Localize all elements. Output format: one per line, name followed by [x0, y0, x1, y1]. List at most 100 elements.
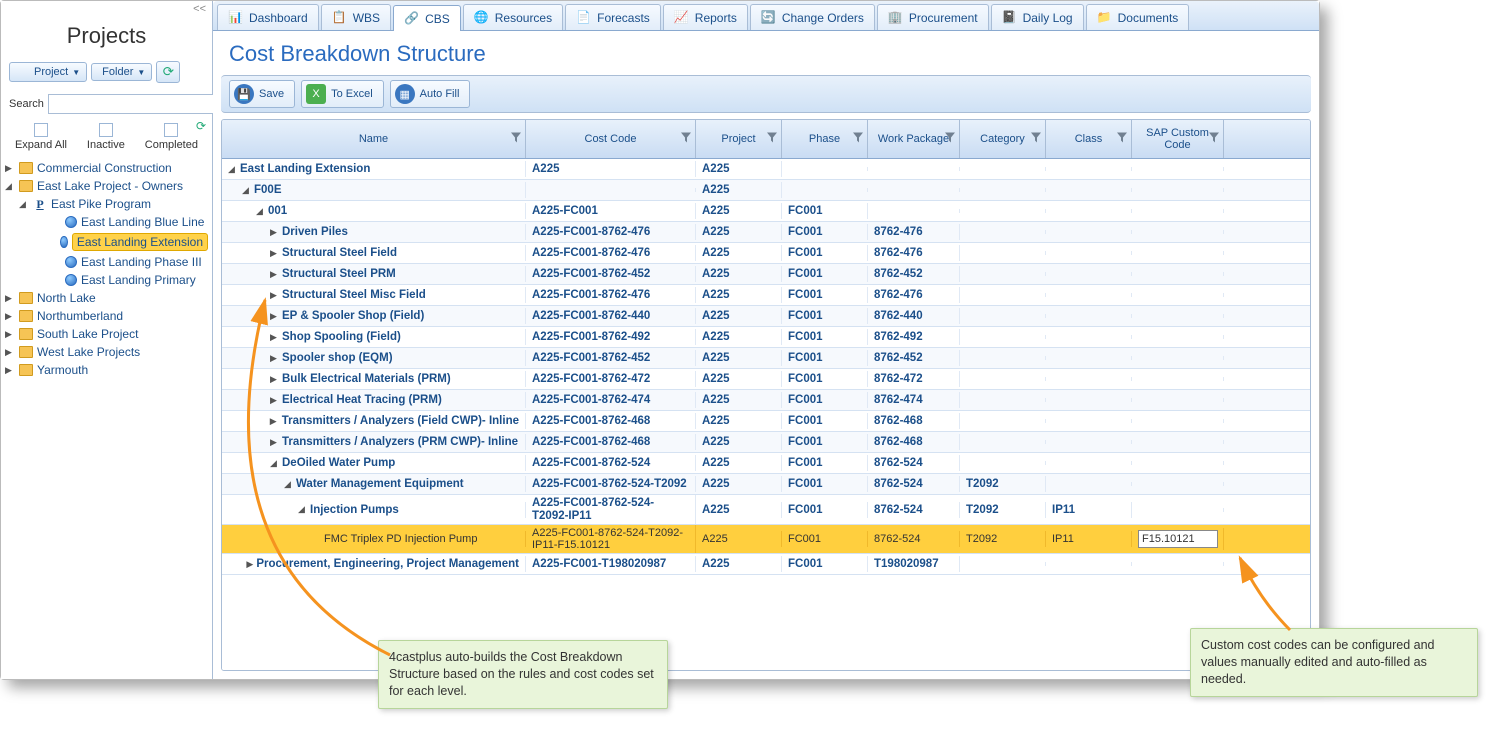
tree-toggle-icon[interactable]: ▶ — [5, 329, 15, 340]
tab-resources[interactable]: 🌐Resources — [463, 4, 563, 30]
inactive-toggle[interactable]: Inactive — [87, 123, 125, 151]
row-name: Water Management Equipment — [296, 478, 464, 490]
filter-icon[interactable] — [767, 133, 777, 146]
row-toggle-icon[interactable]: ▶ — [270, 353, 279, 364]
filter-icon[interactable] — [681, 133, 691, 146]
col-category[interactable]: Category — [960, 120, 1046, 158]
col-name[interactable]: Name — [222, 120, 526, 158]
col-phase[interactable]: Phase — [782, 120, 868, 158]
tree-node[interactable]: East Landing Phase III — [5, 253, 208, 271]
table-row[interactable]: ◢001A225-FC001A225FC001 — [222, 201, 1310, 222]
tree-node[interactable]: ◢PEast Pike Program — [5, 195, 208, 213]
row-toggle-icon[interactable]: ◢ — [298, 504, 307, 515]
table-row[interactable]: ▶Structural Steel PRMA225-FC001-8762-452… — [222, 264, 1310, 285]
tree-node[interactable]: ▶West Lake Projects — [5, 343, 208, 361]
row-toggle-icon[interactable]: ◢ — [284, 479, 293, 490]
to-excel-button[interactable]: X To Excel — [301, 80, 384, 108]
cell-wp: 8762-524 — [868, 476, 960, 492]
tab-change-orders[interactable]: 🔄Change Orders — [750, 4, 875, 30]
tree-node[interactable]: East Landing Extension — [5, 231, 208, 253]
tree-toggle-icon[interactable]: ▶ — [5, 347, 15, 358]
tree-node[interactable]: ▶Northumberland — [5, 307, 208, 325]
table-row[interactable]: ◢Injection PumpsA225-FC001-8762-524-T209… — [222, 495, 1310, 525]
row-toggle-icon[interactable]: ▶ — [270, 437, 279, 448]
tree-toggle-icon[interactable]: ◢ — [5, 181, 15, 192]
search-input[interactable] — [48, 94, 235, 114]
table-row[interactable]: ▶Structural Steel Misc FieldA225-FC001-8… — [222, 285, 1310, 306]
table-row[interactable]: ▶Procurement, Engineering, Project Manag… — [222, 554, 1310, 575]
completed-toggle[interactable]: Completed — [145, 123, 198, 151]
tree-node[interactable]: ▶North Lake — [5, 289, 208, 307]
row-toggle-icon[interactable]: ▶ — [270, 332, 279, 343]
tree-node[interactable]: ◢East Lake Project - Owners — [5, 177, 208, 195]
col-project[interactable]: Project — [696, 120, 782, 158]
col-class[interactable]: Class — [1046, 120, 1132, 158]
row-toggle-icon[interactable]: ◢ — [270, 458, 279, 469]
row-toggle-icon[interactable]: ▶ — [270, 248, 279, 259]
row-toggle-icon[interactable]: ▶ — [270, 269, 279, 280]
filter-icon[interactable] — [1031, 133, 1041, 146]
tree-toggle-icon[interactable]: ▶ — [5, 293, 15, 304]
tree-node[interactable]: ▶Commercial Construction — [5, 159, 208, 177]
autofill-button[interactable]: ▦ Auto Fill — [390, 80, 471, 108]
tab-wbs[interactable]: 📋WBS — [321, 4, 391, 30]
filter-icon[interactable] — [511, 133, 521, 146]
table-row[interactable]: ◢East Landing ExtensionA225A225 — [222, 159, 1310, 180]
filter-icon[interactable] — [1117, 133, 1127, 146]
table-row[interactable]: ◢F00EA225 — [222, 180, 1310, 201]
tree-node[interactable]: ▶Yarmouth — [5, 361, 208, 379]
tree-toggle-icon[interactable]: ▶ — [5, 365, 15, 376]
tree-node[interactable]: East Landing Primary — [5, 271, 208, 289]
col-cost-code[interactable]: Cost Code — [526, 120, 696, 158]
table-row[interactable]: ▶EP & Spooler Shop (Field)A225-FC001-876… — [222, 306, 1310, 327]
grid-body[interactable]: ◢East Landing ExtensionA225A225◢F00EA225… — [222, 159, 1310, 670]
row-toggle-icon[interactable]: ▶ — [270, 227, 279, 238]
filter-icon[interactable] — [1209, 133, 1219, 146]
save-button[interactable]: 💾 Save — [229, 80, 295, 108]
tree-node[interactable]: East Landing Blue Line — [5, 213, 208, 231]
filter-icon[interactable] — [945, 133, 955, 146]
col-work-package[interactable]: Work Package — [868, 120, 960, 158]
row-toggle-icon[interactable]: ▶ — [270, 311, 279, 322]
table-row[interactable]: ◢DeOiled Water PumpA225-FC001-8762-524A2… — [222, 453, 1310, 474]
tree-toggle-icon[interactable]: ◢ — [19, 199, 29, 210]
table-row[interactable]: ▶Structural Steel FieldA225-FC001-8762-4… — [222, 243, 1310, 264]
row-toggle-icon[interactable]: ◢ — [242, 185, 251, 196]
table-row[interactable]: FMC Triplex PD Injection PumpA225-FC001-… — [222, 525, 1310, 554]
table-row[interactable]: ▶Shop Spooling (Field)A225-FC001-8762-49… — [222, 327, 1310, 348]
tab-reports[interactable]: 📈Reports — [663, 4, 748, 30]
tree-node[interactable]: ▶South Lake Project — [5, 325, 208, 343]
tab-documents[interactable]: 📁Documents — [1086, 4, 1190, 30]
refresh-icon[interactable]: ⟳ — [196, 119, 206, 133]
expand-all-toggle[interactable]: Expand All — [15, 123, 67, 151]
refresh-button[interactable]: ⟳ — [156, 61, 180, 83]
col-sap-code[interactable]: SAP Custom Code — [1132, 120, 1224, 158]
tab-daily-log[interactable]: 📓Daily Log — [991, 4, 1084, 30]
table-row[interactable]: ▶Bulk Electrical Materials (PRM)A225-FC0… — [222, 369, 1310, 390]
tab-dashboard[interactable]: 📊Dashboard — [217, 4, 319, 30]
project-dropdown[interactable]: Project ▼ — [9, 62, 87, 82]
row-toggle-icon[interactable]: ◢ — [256, 206, 265, 217]
tab-procurement[interactable]: 🏢Procurement — [877, 4, 989, 30]
filter-icon[interactable] — [853, 133, 863, 146]
sap-code-input[interactable] — [1138, 530, 1218, 548]
row-toggle-icon[interactable]: ▶ — [270, 416, 279, 427]
row-toggle-icon[interactable]: ▶ — [246, 559, 253, 570]
table-row[interactable]: ◢Water Management EquipmentA225-FC001-87… — [222, 474, 1310, 495]
tab-cbs[interactable]: 🔗CBS — [393, 5, 461, 31]
cell-class — [1046, 272, 1132, 276]
tree-toggle-icon[interactable]: ▶ — [5, 163, 15, 174]
row-toggle-icon[interactable]: ▶ — [270, 374, 279, 385]
folder-dropdown[interactable]: Folder ▼ — [91, 63, 152, 81]
table-row[interactable]: ▶Transmitters / Analyzers (Field CWP)- I… — [222, 411, 1310, 432]
table-row[interactable]: ▶Spooler shop (EQM)A225-FC001-8762-452A2… — [222, 348, 1310, 369]
table-row[interactable]: ▶Electrical Heat Tracing (PRM)A225-FC001… — [222, 390, 1310, 411]
row-toggle-icon[interactable]: ▶ — [270, 395, 279, 406]
table-row[interactable]: ▶Transmitters / Analyzers (PRM CWP)- Inl… — [222, 432, 1310, 453]
table-row[interactable]: ▶Driven PilesA225-FC001-8762-476A225FC00… — [222, 222, 1310, 243]
tab-forecasts[interactable]: 📄Forecasts — [565, 4, 661, 30]
row-toggle-icon[interactable]: ▶ — [270, 290, 279, 301]
tree-toggle-icon[interactable]: ▶ — [5, 311, 15, 322]
sidebar-collapse[interactable]: << — [1, 1, 212, 17]
row-toggle-icon[interactable]: ◢ — [228, 164, 237, 175]
